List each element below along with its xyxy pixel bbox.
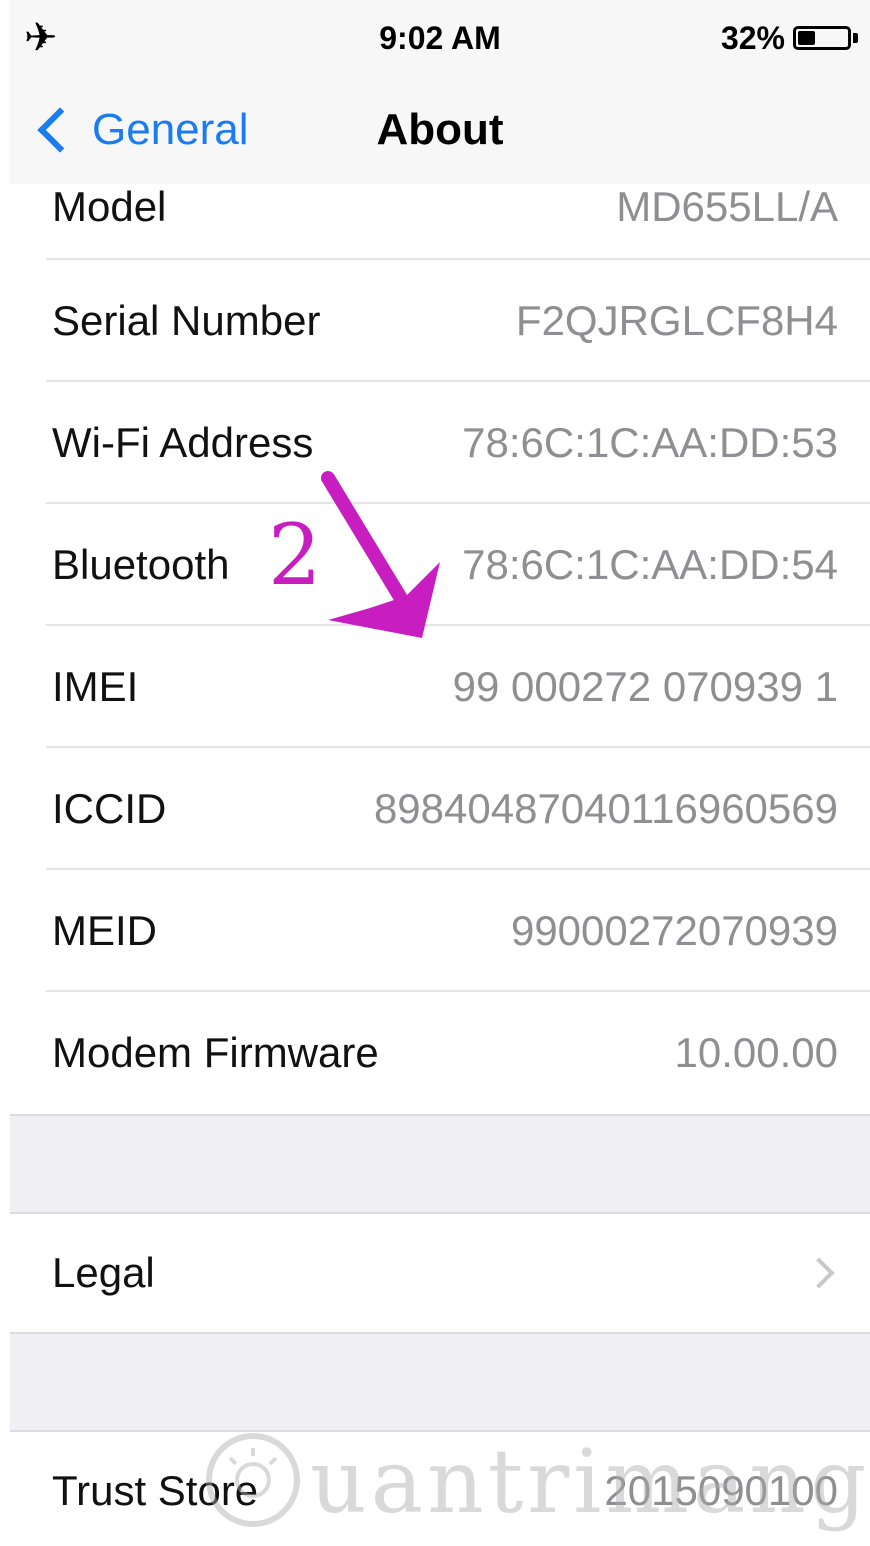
- annotation-arrow-icon: [321, 471, 440, 638]
- section-gap: [10, 1114, 870, 1214]
- row-label: MEID: [52, 907, 157, 954]
- row-label: Serial Number: [52, 297, 321, 344]
- row-legal[interactable]: Legal: [10, 1214, 870, 1332]
- about-list: Model MD655LL/A Serial Number F2QJRGLCF8…: [10, 183, 870, 1546]
- chevron-right-icon: [803, 1257, 835, 1289]
- row-modem-firmware[interactable]: Modem Firmware 10.00.00: [10, 992, 870, 1114]
- row-model[interactable]: Model MD655LL/A: [10, 183, 870, 260]
- row-label: IMEI: [52, 663, 139, 710]
- row-label: Trust Store: [52, 1467, 259, 1514]
- about-screen: ✈ 9:02 AM 32% General About Model MD655L…: [10, 0, 870, 1546]
- battery-fill: [798, 31, 815, 45]
- row-label: Wi-Fi Address: [52, 419, 314, 466]
- row-value: 89840487040116960569: [373, 785, 838, 832]
- battery-icon: [793, 26, 851, 50]
- row-value: F2QJRGLCF8H4: [515, 297, 838, 344]
- row-value: 78:6C:1C:AA:DD:54: [462, 541, 838, 588]
- battery-tip: [853, 33, 858, 43]
- row-iccid[interactable]: ICCID 89840487040116960569: [10, 748, 870, 870]
- row-value: 10.00.00: [674, 1029, 839, 1076]
- section-gap: [10, 1332, 870, 1432]
- row-serial-number[interactable]: Serial Number F2QJRGLCF8H4: [10, 260, 870, 382]
- row-value: MD655LL/A: [616, 183, 838, 230]
- row-label: Model: [52, 183, 167, 230]
- row-label: Legal: [52, 1249, 155, 1296]
- row-value: 78:6C:1C:AA:DD:53: [462, 419, 838, 466]
- row-value: 2015090100: [604, 1467, 838, 1514]
- battery-indicator: 32%: [721, 18, 858, 58]
- status-bar: ✈ 9:02 AM 32%: [10, 0, 870, 78]
- page-title: About: [376, 105, 504, 154]
- row-chevron: [803, 1214, 838, 1332]
- battery-percent: 32%: [720, 19, 785, 56]
- row-value: 99000272070939: [510, 907, 838, 954]
- row-trust-store[interactable]: Trust Store 2015090100: [10, 1432, 870, 1546]
- row-value: 99 000272 070939 1: [452, 663, 838, 710]
- row-label: Modem Firmware: [52, 1029, 379, 1076]
- row-label: ICCID: [52, 785, 167, 832]
- row-label: Bluetooth: [52, 541, 230, 588]
- row-meid[interactable]: MEID 99000272070939: [10, 870, 870, 992]
